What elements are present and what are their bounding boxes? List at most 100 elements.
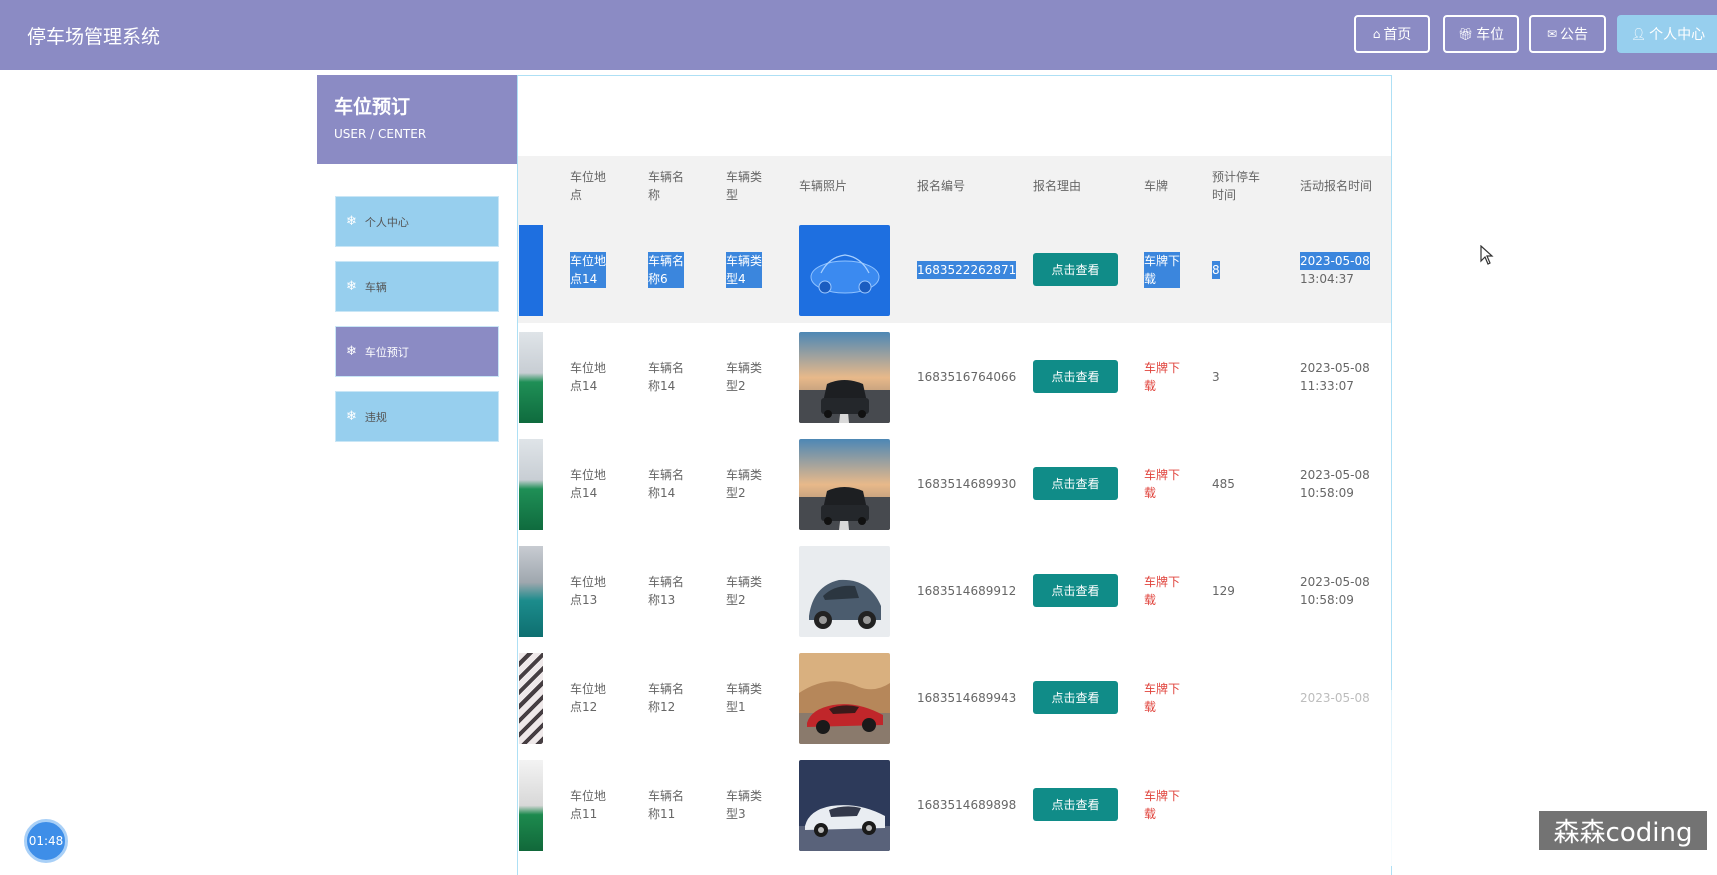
cell-vehicle-type-text: 车辆类 型2 — [726, 360, 763, 393]
nav-user-center-label: 个人中心 — [1649, 27, 1706, 43]
column-header-location: 车位地 点 — [570, 170, 607, 202]
cell-location: 车位地 点12 — [570, 644, 606, 751]
plate-download-link[interactable]: 车牌下 载 — [1144, 216, 1181, 323]
cell-booking-number-text: 1683514689943 — [917, 690, 1017, 705]
app-title: 停车场管理系统 — [27, 26, 161, 48]
plate-download-link-text: 车牌下 载 — [1144, 788, 1181, 821]
cell-vehicle-name-text: 车辆名 称13 — [648, 574, 685, 607]
plate-download-link-text: 车牌下 载 — [1144, 681, 1181, 714]
snowflake-icon: ❄ — [346, 214, 357, 229]
cropped-photo-thumbnail — [519, 439, 543, 530]
cell-vehicle-type-text: 车辆类 型2 — [726, 574, 763, 607]
vehicle-photo[interactable] — [799, 439, 890, 530]
cell-booking-number-text: 1683514689912 — [917, 583, 1017, 598]
view-reason-button[interactable]: 点击查看 — [1033, 681, 1118, 714]
cell-vehicle-type-text: 车辆类 型3 — [726, 788, 763, 821]
cell-vehicle-type: 车辆类 型3 — [726, 751, 762, 858]
cell-vehicle-type: 车辆类 型2 — [726, 323, 762, 430]
cell-location-text: 车位地 点14 — [570, 251, 607, 288]
sidebar-subtitle: USER / CENTER — [334, 127, 427, 141]
cell-location-text: 车位地 点12 — [570, 681, 607, 714]
cell-vehicle-name-text: 车辆名 称14 — [648, 360, 685, 393]
view-reason-button[interactable]: 点击查看 — [1033, 467, 1118, 500]
sidebar-item-user-center[interactable]: ❄ 个人中心 — [335, 196, 499, 247]
column-header-booking-number: 报名编号 — [917, 179, 966, 193]
plate-download-link[interactable]: 车牌下 载 — [1144, 323, 1180, 430]
blurred-region — [1203, 690, 1403, 866]
cropped-photo-thumbnail — [519, 225, 543, 316]
sidebar-item-label: 违规 — [364, 410, 387, 424]
cell-vehicle-name: 车辆名 称6 — [648, 216, 685, 323]
table-row: 车位地 点14 车辆名 称14 车辆类 型2 1683514689930 点击查看 车牌下… — [518, 430, 1391, 537]
vehicle-photo[interactable] — [799, 760, 890, 851]
table-row: 车位地 点14 车辆名 称6 车辆类 型4 1683522262871 点击查看 车牌下 … — [518, 216, 1391, 323]
cell-booking-number: 1683514689898 — [917, 751, 1016, 858]
plate-download-link[interactable]: 车牌下 载 — [1144, 537, 1180, 644]
cell-vehicle-type: 车辆类 型2 — [726, 537, 762, 644]
cell-expected-time: 485 — [1212, 430, 1235, 537]
gift-icon: 🎁︎ — [1457, 27, 1474, 41]
view-reason-button[interactable]: 点击查看 — [1033, 574, 1118, 607]
cell-location-text: 车位地 点11 — [570, 788, 607, 821]
cell-location: 车位地 点11 — [570, 751, 606, 858]
nav-home-button[interactable]: ⌂ 首页 — [1354, 15, 1430, 53]
cell-vehicle-name-text: 车辆名 称14 — [648, 467, 685, 500]
sidebar-title: 车位预订 — [334, 96, 411, 118]
cell-expected-time: 3 — [1212, 323, 1220, 430]
cropped-photo-thumbnail — [519, 546, 543, 637]
mouse-cursor-icon — [1480, 245, 1494, 265]
view-reason-button[interactable]: 点击查看 — [1033, 360, 1118, 393]
cell-booking-number-text: 1683514689898 — [917, 797, 1017, 812]
cell-vehicle-name: 车辆名 称13 — [648, 537, 684, 644]
recording-timer: 01:48 — [24, 819, 68, 863]
view-reason-button[interactable]: 点击查看 — [1033, 253, 1118, 286]
vehicle-photo[interactable] — [799, 653, 890, 744]
column-header-vehicle-name: 车辆名 称 — [648, 170, 685, 202]
nav-notice-button[interactable]: ✉ 公告 — [1529, 15, 1606, 53]
plate-download-link-text: 车牌下 载 — [1144, 467, 1181, 500]
top-navbar: 停车场管理系统 ⌂ 首页 🎁︎ 车位 ✉ 公告 👤︎ 个人中心 — [0, 0, 1717, 70]
cell-vehicle-name: 车辆名 称11 — [648, 751, 684, 858]
booking-date: 2023-05-08 — [1300, 251, 1370, 270]
cell-vehicle-name-text: 车辆名 称6 — [648, 251, 685, 288]
cell-location-text: 车位地 点14 — [570, 360, 607, 393]
sidebar-header: 车位预订 USER / CENTER — [317, 75, 517, 164]
cell-expected-time-text: 3 — [1212, 369, 1220, 384]
sidebar-item-parking-booking[interactable]: ❄ 车位预订 — [335, 326, 499, 377]
cell-booking-number-text: 1683522262871 — [917, 260, 1017, 279]
booking-date: 2023-05-08 — [1300, 360, 1370, 375]
cell-location-text: 车位地 点13 — [570, 574, 607, 607]
sidebar-item-label: 个人中心 — [364, 215, 409, 229]
view-reason-button[interactable]: 点击查看 — [1033, 788, 1118, 821]
cell-vehicle-name-text: 车辆名 称12 — [648, 681, 685, 714]
plate-download-link[interactable]: 车牌下 载 — [1144, 430, 1180, 537]
cell-vehicle-type-text: 车辆类 型1 — [726, 681, 763, 714]
cropped-photo-thumbnail — [519, 653, 543, 744]
cell-vehicle-name: 车辆名 称14 — [648, 323, 684, 430]
cell-vehicle-name: 车辆名 称12 — [648, 644, 684, 751]
snowflake-icon: ❄ — [346, 344, 357, 359]
watermark: 森森coding — [1539, 811, 1707, 850]
plate-download-link-text: 车牌下 载 — [1144, 360, 1181, 393]
vehicle-photo[interactable] — [799, 225, 890, 316]
cell-booking-number: 1683514689930 — [917, 430, 1016, 537]
column-header-expected-time: 预计停车 时间 — [1212, 170, 1261, 202]
booking-clock-time: 10:58:09 — [1300, 485, 1354, 500]
booking-date: 2023-05-08 — [1300, 574, 1370, 589]
cell-expected-time: 129 — [1212, 537, 1235, 644]
cell-location: 车位地 点13 — [570, 537, 606, 644]
cell-location: 车位地 点14 — [570, 323, 606, 430]
cell-booking-number-text: 1683516764066 — [917, 369, 1017, 384]
cell-vehicle-name-text: 车辆名 称11 — [648, 788, 685, 821]
sidebar-item-vehicles[interactable]: ❄ 车辆 — [335, 261, 499, 312]
vehicle-photo[interactable] — [799, 546, 890, 637]
sidebar-item-violations[interactable]: ❄ 违规 — [335, 391, 499, 442]
plate-download-link[interactable]: 车牌下 载 — [1144, 644, 1180, 751]
nav-parking-button[interactable]: 🎁︎ 车位 — [1443, 15, 1519, 53]
nav-user-center-button[interactable]: 👤︎ 个人中心 — [1617, 15, 1717, 53]
nav-parking-label: 车位 — [1476, 27, 1505, 43]
plate-download-link-text: 车牌下 载 — [1144, 251, 1181, 288]
vehicle-photo[interactable] — [799, 332, 890, 423]
cell-location-text: 车位地 点14 — [570, 467, 607, 500]
plate-download-link[interactable]: 车牌下 载 — [1144, 751, 1180, 858]
